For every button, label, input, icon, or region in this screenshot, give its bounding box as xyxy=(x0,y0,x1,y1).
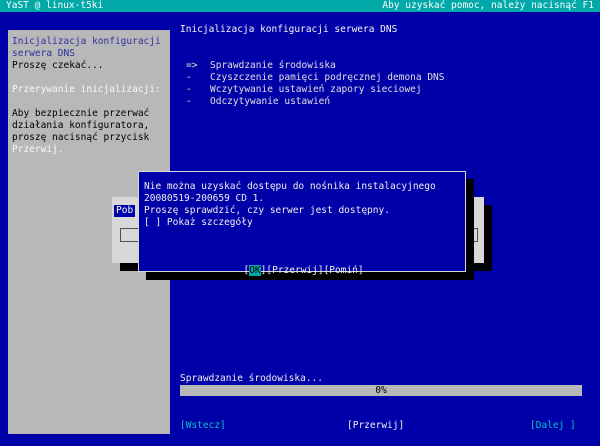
dialog-message-3: Proszę sprawdzić, czy serwer jest dostęp… xyxy=(144,205,390,216)
dialog-buttons: [OK][Przerwij][Pomiń] xyxy=(232,253,364,277)
help-line-abort-heading: Przerywanie inicjalizacji: xyxy=(12,84,161,95)
step-marker-1: => xyxy=(186,60,198,71)
step-1: Sprawdzanie środowiska xyxy=(210,60,336,71)
progress-bar: 0% xyxy=(180,385,582,396)
background-popup-field-left xyxy=(120,228,140,242)
ok-button-label: OK xyxy=(249,265,261,276)
next-button[interactable]: [Dalej ] xyxy=(530,420,576,432)
help-hint: Aby uzyskać pomoc, należy nacisnąć F1 xyxy=(382,0,594,11)
abort-button[interactable]: [Przerwij] xyxy=(347,420,404,432)
back-button[interactable]: [Wstecz] xyxy=(180,420,226,432)
help-line-3: proszę nacisnąć przycisk xyxy=(12,132,150,143)
ok-button[interactable]: [OK] xyxy=(243,265,266,276)
step-3: Wczytywanie ustawień zapory sieciowej xyxy=(210,84,422,95)
progress-label: 0% xyxy=(375,385,387,396)
help-line-1: Aby bezpiecznie przerwać xyxy=(12,108,150,119)
background-popup-shadow-right xyxy=(484,205,492,263)
step-4: Odczytywanie ustawień xyxy=(210,96,331,107)
status-text: Sprawdzanie środowiska... xyxy=(180,373,323,384)
step-marker-4: - xyxy=(186,96,192,107)
step-marker-2: - xyxy=(186,72,192,83)
help-line-4: Przerwij. xyxy=(12,144,64,155)
step-marker-3: - xyxy=(186,84,192,95)
step-2: Czyszczenie pamięci podręcznej demona DN… xyxy=(210,72,445,83)
help-line-title-1: Inicjalizacja konfiguracji xyxy=(12,36,161,47)
show-details-checkbox[interactable]: [ ] Pokaż szczegóły xyxy=(144,217,253,229)
dialog-message-1: Nie można uzyskać dostępu do nośnika ins… xyxy=(144,181,436,192)
page-title: Inicjalizacja konfiguracji serwera DNS xyxy=(180,24,398,35)
title-bar: YaST @ linux-t5ki Aby uzyskać pomoc, nal… xyxy=(0,0,600,12)
background-popup-label: Pob xyxy=(114,205,136,217)
help-line-title-2: serwera DNS xyxy=(12,48,75,59)
dialog-abort-button[interactable]: [Przerwij] xyxy=(266,265,323,276)
dialog-shadow-right xyxy=(466,179,474,280)
dialog-message-2: 20080519-200659 CD 1. xyxy=(144,193,265,204)
app-title: YaST @ linux-t5ki xyxy=(6,0,104,11)
bottom-bar xyxy=(0,434,600,446)
skip-button[interactable]: [Pomiń] xyxy=(324,265,364,276)
help-line-wait: Proszę czekać... xyxy=(12,60,104,71)
help-line-2: działania konfiguratora, xyxy=(12,120,150,131)
